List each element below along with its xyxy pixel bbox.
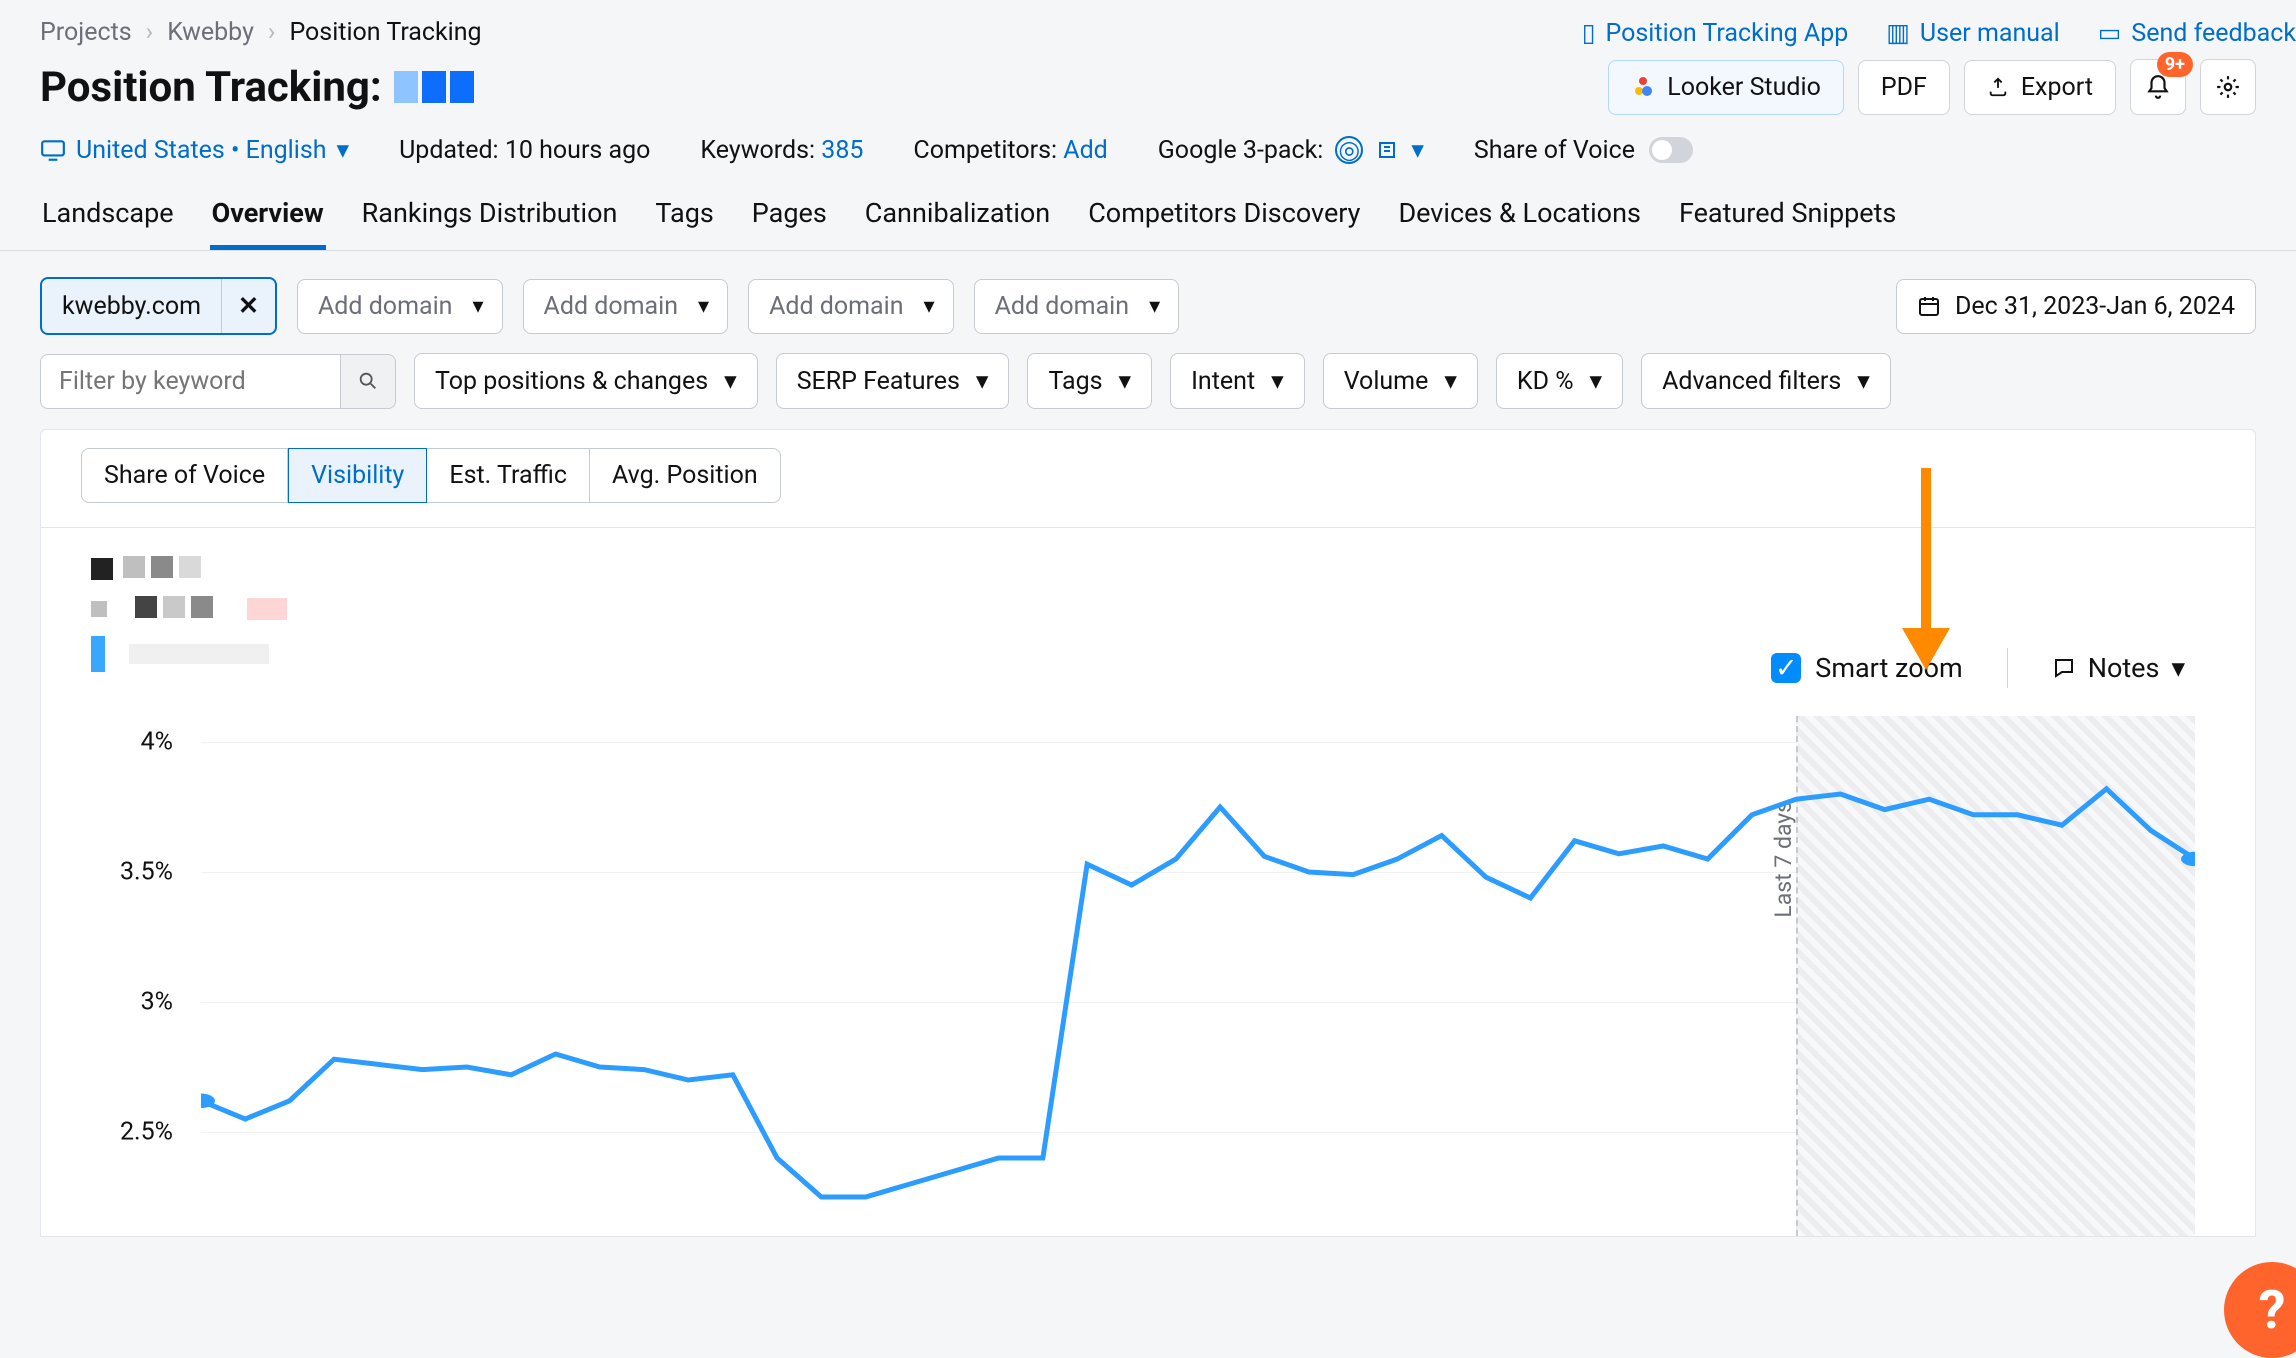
chevron-right-icon: ›	[146, 18, 154, 47]
updated-info: Updated: 10 hours ago	[399, 136, 650, 165]
add-competitor-link[interactable]: Add	[1063, 136, 1108, 165]
looker-icon	[1631, 75, 1655, 99]
segment-est-traffic[interactable]: Est. Traffic	[427, 448, 590, 503]
user-manual-link[interactable]: ▥User manual	[1886, 18, 2059, 48]
add-domain-button[interactable]: Add domain▾	[523, 279, 729, 334]
region-selector[interactable]: United States • English ▾	[40, 135, 349, 165]
tab-overview[interactable]: Overview	[210, 191, 326, 250]
google-3pack[interactable]: Google 3-pack: ◎ ▾	[1158, 135, 1424, 165]
redacted-domain	[394, 71, 474, 103]
send-feedback-link[interactable]: ▭Send feedback	[2098, 18, 2296, 48]
calendar-icon	[1917, 294, 1941, 318]
title-actions: Looker Studio PDF Export 9+	[1608, 59, 2256, 115]
chevron-down-icon: ▾	[724, 366, 737, 396]
filter-serp-features[interactable]: SERP Features▾	[776, 353, 1010, 409]
y-tick-label: 3%	[141, 988, 173, 1017]
y-tick-label: 4%	[141, 728, 173, 757]
domain-chip-kwebby[interactable]: kwebby.com ✕	[40, 277, 277, 335]
filter-top-positions-changes[interactable]: Top positions & changes▾	[414, 353, 758, 409]
tab-landscape[interactable]: Landscape	[40, 191, 176, 250]
chevron-down-icon: ▾	[698, 294, 727, 319]
book-icon: ▥	[1886, 18, 1910, 48]
add-domain-button[interactable]: Add domain▾	[974, 279, 1180, 334]
line-chart-svg	[201, 716, 2195, 1236]
chevron-down-icon: ▾	[1444, 366, 1457, 396]
pdf-button[interactable]: PDF	[1858, 60, 1950, 115]
chevron-right-icon: ›	[268, 18, 276, 47]
chevron-down-icon: ▾	[472, 294, 501, 319]
visibility-chart: 4%3.5%3%2.5% Last 7 days	[91, 716, 2205, 1236]
segment-share-of-voice[interactable]: Share of Voice	[81, 448, 288, 503]
note-icon	[2052, 656, 2076, 680]
tab-competitors-discovery[interactable]: Competitors Discovery	[1086, 191, 1362, 250]
chart-card: Share of VoiceVisibilityEst. TrafficAvg.…	[40, 429, 2256, 1237]
breadcrumb-projects[interactable]: Projects	[40, 18, 132, 47]
domain-chips-row: kwebby.com ✕ Add domain▾ Add domain▾ Add…	[0, 251, 2296, 347]
help-fab[interactable]: ?	[2224, 1262, 2296, 1358]
chat-icon: ▭	[2098, 18, 2122, 48]
position-tracking-app-link[interactable]: ▯Position Tracking App	[1582, 18, 1849, 48]
main-tabs: Landscape Overview Rankings Distribution Ta…	[0, 191, 2296, 251]
monitor-icon	[40, 139, 66, 161]
chevron-down-icon: ▾	[1271, 366, 1284, 396]
keyword-filter-input[interactable]	[40, 354, 340, 409]
tab-tags[interactable]: Tags	[653, 191, 715, 250]
filter-kd-[interactable]: KD %▾	[1496, 353, 1623, 409]
looker-studio-button[interactable]: Looker Studio	[1608, 60, 1844, 115]
segment-visibility[interactable]: Visibility	[288, 448, 427, 503]
chevron-down-icon: ▾	[1149, 294, 1178, 319]
notifications-button[interactable]: 9+	[2130, 59, 2186, 115]
tab-pages[interactable]: Pages	[750, 191, 829, 250]
chevron-down-icon: ▾	[924, 294, 953, 319]
date-range-picker[interactable]: Dec 31, 2023-Jan 6, 2024	[1896, 279, 2256, 334]
share-of-voice-toggle[interactable]: Share of Voice	[1474, 136, 1693, 165]
filter-intent[interactable]: Intent▾	[1170, 353, 1305, 409]
keywords-count-link[interactable]: 385	[821, 136, 863, 165]
top-links: ▯Position Tracking App ▥User manual ▭Sen…	[1582, 18, 2296, 48]
phone-icon: ▯	[1582, 18, 1596, 48]
filter-volume[interactable]: Volume▾	[1323, 353, 1478, 409]
keyword-filter	[40, 354, 396, 409]
search-icon	[357, 370, 379, 392]
toggle-icon	[1649, 137, 1693, 163]
tab-featured-snippets[interactable]: Featured Snippets	[1677, 191, 1898, 250]
chevron-down-icon: ▾	[1590, 366, 1603, 396]
meta-row: United States • English ▾ Updated: 10 ho…	[0, 125, 2296, 191]
add-domain-button[interactable]: Add domain▾	[297, 279, 503, 334]
pin-icon: ◎	[1335, 136, 1363, 164]
bell-icon	[2145, 74, 2171, 100]
competitors-info: Competitors: Add	[913, 136, 1107, 165]
notifications-badge: 9+	[2157, 52, 2193, 77]
export-icon	[1987, 76, 2009, 98]
chevron-down-icon: ▾	[2171, 652, 2185, 684]
gear-icon	[2215, 74, 2241, 100]
chevron-down-icon: ▾	[1411, 135, 1424, 165]
filters-row: Top positions & changes▾ SERP Features▾ Ta…	[0, 347, 2296, 429]
keywords-info: Keywords: 385	[700, 136, 863, 165]
notes-button[interactable]: Notes ▾	[2052, 652, 2185, 684]
chart-options: ✓ Smart zoom Notes ▾	[1771, 648, 2185, 688]
building-icon	[1375, 138, 1399, 162]
settings-button[interactable]	[2200, 59, 2256, 115]
search-button[interactable]	[340, 354, 396, 409]
remove-domain-button[interactable]: ✕	[221, 279, 275, 333]
tab-rankings-distribution[interactable]: Rankings Distribution	[360, 191, 620, 250]
breadcrumb-current: Position Tracking	[289, 18, 481, 47]
filter-tags[interactable]: Tags▾	[1027, 353, 1152, 409]
export-button[interactable]: Export	[1964, 60, 2116, 115]
breadcrumb-kwebby[interactable]: Kwebby	[167, 18, 254, 47]
y-tick-label: 3.5%	[120, 858, 173, 887]
y-tick-label: 2.5%	[120, 1118, 173, 1147]
segment-avg-position[interactable]: Avg. Position	[590, 448, 781, 503]
chevron-down-icon: ▾	[1857, 366, 1870, 396]
tab-cannibalization[interactable]: Cannibalization	[863, 191, 1052, 250]
tab-devices-locations[interactable]: Devices & Locations	[1396, 191, 1643, 250]
checkbox-checked-icon: ✓	[1771, 653, 1801, 683]
add-domain-button[interactable]: Add domain▾	[748, 279, 954, 334]
chevron-down-icon: ▾	[1119, 366, 1132, 396]
page-title: Position Tracking:	[40, 63, 474, 112]
chevron-down-icon: ▾	[337, 135, 350, 165]
filter-advanced-filters[interactable]: Advanced filters▾	[1641, 353, 1891, 409]
chevron-down-icon: ▾	[976, 366, 989, 396]
